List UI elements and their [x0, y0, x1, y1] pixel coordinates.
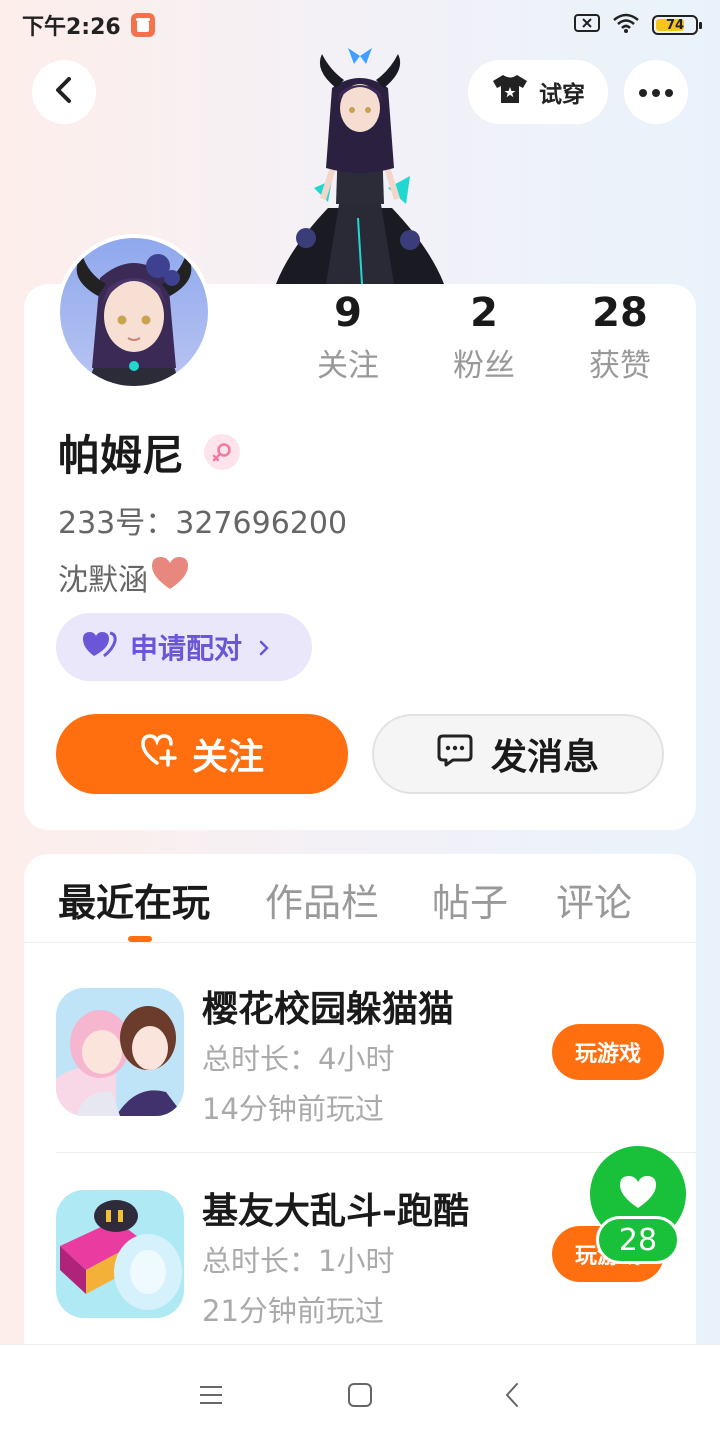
battery-level: 74	[665, 17, 685, 33]
bio-text: 沈默涵	[58, 563, 148, 598]
game-title[interactable]: 樱花校园躲猫猫	[202, 980, 454, 1032]
sim-off-icon	[574, 13, 600, 37]
home-icon[interactable]	[340, 1375, 380, 1415]
female-icon	[204, 434, 240, 470]
game-icon-brawl-parkour[interactable]	[56, 1190, 184, 1318]
stat-fans[interactable]: 2 粉丝	[424, 290, 544, 385]
stat-following-label: 关注	[317, 348, 379, 384]
app-notification-icon	[130, 13, 155, 37]
tab-divider	[24, 942, 696, 943]
game-duration: 总时长：4小时	[202, 1042, 395, 1076]
apply-pair-label: 申请配对	[130, 632, 243, 665]
chat-bubble-icon	[437, 733, 473, 776]
status-icons: 74	[574, 12, 702, 38]
heart-plus-icon	[140, 733, 178, 776]
stat-fans-label: 粉丝	[453, 348, 515, 384]
stat-following-value: 9	[334, 290, 362, 336]
back-icon[interactable]	[492, 1375, 532, 1415]
double-heart-icon	[82, 630, 118, 665]
battery-icon: 74	[652, 15, 702, 35]
game-title[interactable]: 基友大乱斗-跑酷	[202, 1182, 469, 1234]
tshirt-icon	[491, 73, 529, 111]
like-count: 28	[596, 1216, 680, 1264]
game-last-played: 14分钟前玩过	[202, 1092, 384, 1126]
chevron-right-icon	[258, 631, 270, 664]
avatar[interactable]	[56, 234, 212, 390]
status-time: 下午2:26	[22, 15, 121, 40]
tab-works[interactable]: 作品栏	[265, 872, 379, 927]
tab-recently-played[interactable]: 最近在玩	[58, 872, 210, 927]
game-duration: 总时长：1小时	[202, 1244, 395, 1278]
heart-icon	[150, 555, 190, 599]
heart-icon	[618, 1174, 658, 1214]
more-dots-icon	[638, 83, 674, 102]
more-button[interactable]	[624, 60, 688, 124]
character-figure[interactable]	[270, 48, 450, 285]
game-last-played: 21分钟前玩过	[202, 1294, 384, 1328]
stat-following[interactable]: 9 关注	[288, 290, 408, 385]
wifi-icon	[612, 12, 640, 38]
game-icon-sakura-school[interactable]	[56, 988, 184, 1116]
back-arrow-icon	[53, 76, 75, 108]
send-message-button[interactable]: 发消息	[372, 714, 664, 794]
status-bar: 下午2:26 74	[0, 0, 720, 50]
follow-button[interactable]: 关注	[56, 714, 348, 794]
tab-comments[interactable]: 评论	[556, 872, 632, 927]
menu-icon[interactable]	[191, 1375, 231, 1415]
row-divider	[56, 1152, 696, 1153]
try-on-label: 试穿	[539, 82, 585, 108]
bio: 沈默涵	[58, 555, 190, 599]
tab-posts[interactable]: 帖子	[432, 872, 508, 927]
try-on-button[interactable]: 试穿	[468, 60, 608, 124]
user-id: 233号：327696200	[58, 506, 348, 541]
apply-pair-button[interactable]: 申请配对	[56, 613, 312, 681]
send-message-label: 发消息	[490, 737, 599, 778]
back-button[interactable]	[32, 60, 96, 124]
stat-likes-label: 获赞	[589, 348, 651, 384]
follow-label: 关注	[191, 737, 264, 778]
stat-likes-value: 28	[592, 290, 648, 336]
play-game-button[interactable]: 玩游戏	[552, 1024, 664, 1080]
stat-fans-value: 2	[470, 290, 498, 336]
system-nav-bar	[0, 1344, 720, 1440]
stat-likes[interactable]: 28 获赞	[560, 290, 680, 385]
profile-name: 帕姆尼	[58, 431, 185, 480]
